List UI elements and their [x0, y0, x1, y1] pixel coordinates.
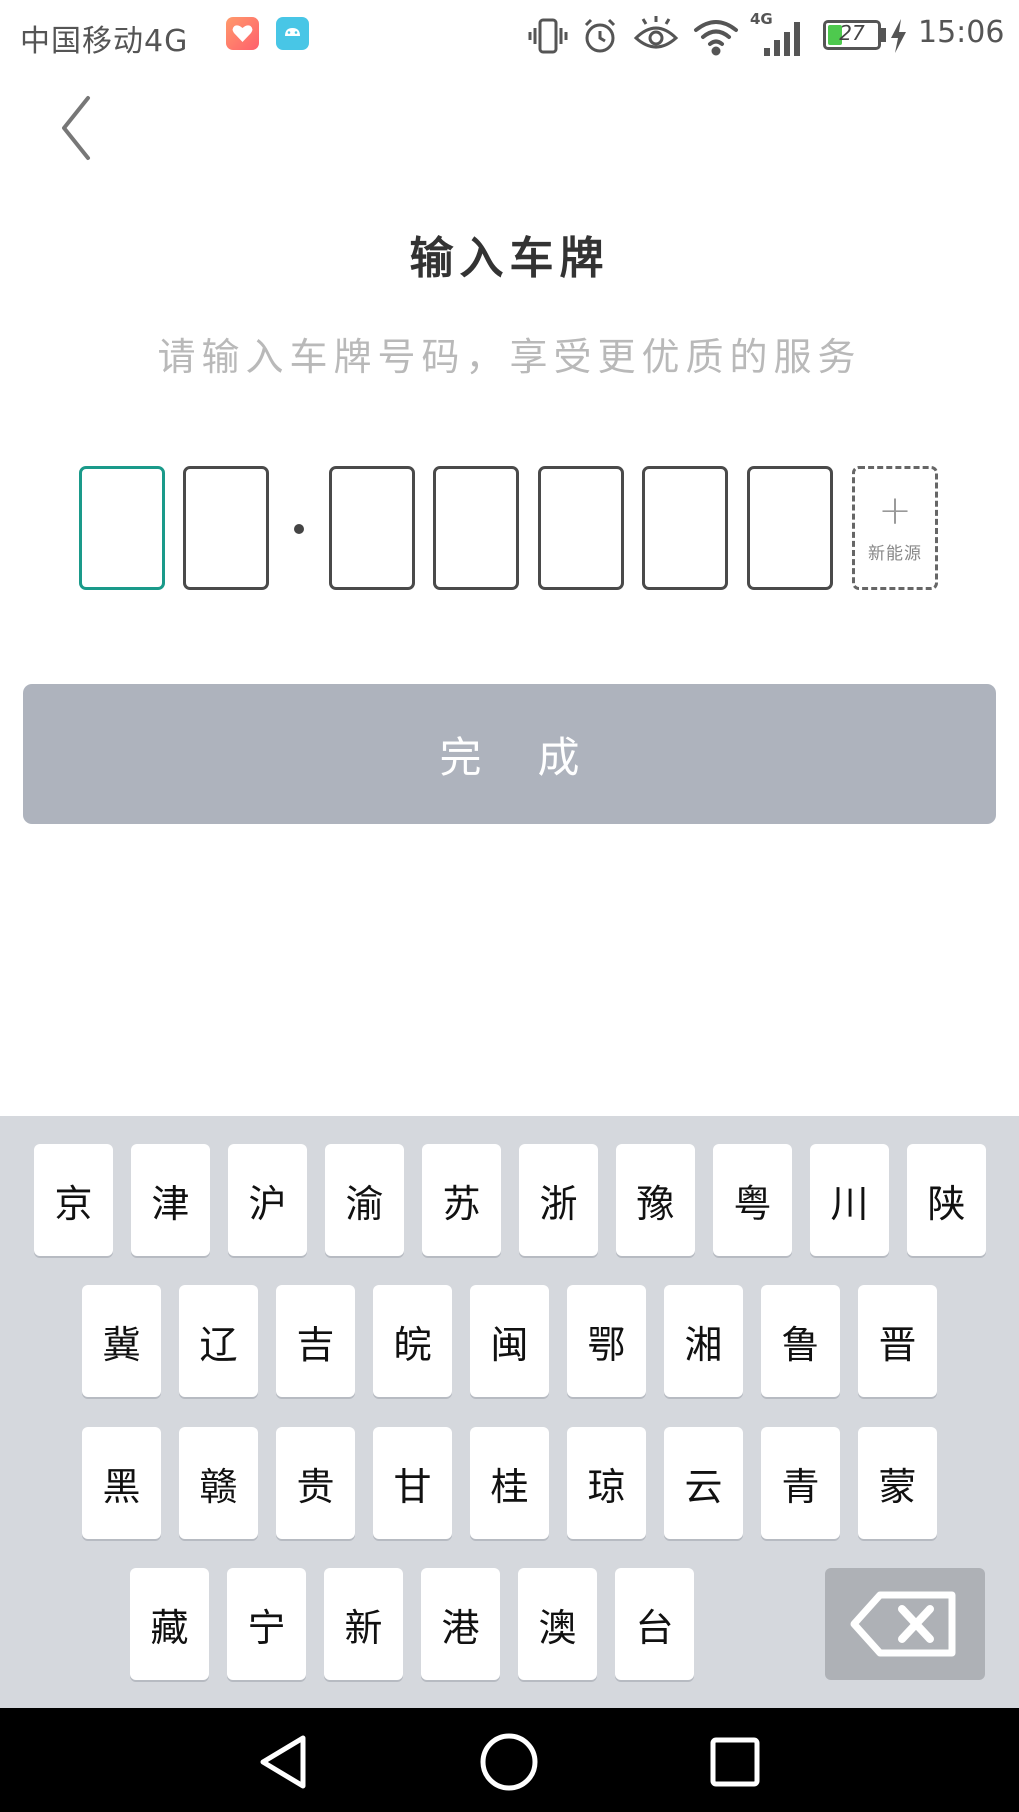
plate-slot-2[interactable] — [183, 466, 269, 590]
alarm-icon — [578, 14, 622, 62]
nav-recents-button[interactable] — [703, 1730, 767, 1794]
vibrate-icon — [526, 14, 570, 62]
charging-icon — [888, 18, 908, 58]
plate-slot-7[interactable] — [747, 466, 833, 590]
key-province[interactable]: 豫 — [616, 1144, 695, 1256]
wifi-icon — [692, 14, 740, 62]
new-energy-slot[interactable]: + 新能源 — [852, 466, 938, 590]
key-province[interactable]: 鄂 — [567, 1285, 646, 1397]
plate-slot-3[interactable] — [329, 466, 415, 590]
key-province[interactable]: 冀 — [82, 1285, 161, 1397]
key-province[interactable]: 甘 — [373, 1427, 452, 1539]
back-triangle-icon — [260, 1735, 306, 1789]
home-circle-icon — [480, 1733, 538, 1791]
system-nav-bar — [0, 1708, 1019, 1812]
carrier-label: 中国移动4G — [20, 24, 189, 59]
key-province[interactable]: 蒙 — [858, 1427, 937, 1539]
signal-icon — [760, 14, 808, 62]
key-province[interactable]: 青 — [761, 1427, 840, 1539]
key-province[interactable]: 贵 — [276, 1427, 355, 1539]
key-province[interactable]: 闽 — [470, 1285, 549, 1397]
key-province[interactable]: 云 — [664, 1427, 743, 1539]
plate-slot-5[interactable] — [538, 466, 624, 590]
key-province[interactable]: 湘 — [664, 1285, 743, 1397]
key-province[interactable]: 渝 — [325, 1144, 404, 1256]
page-title: 输入车牌 — [409, 233, 610, 284]
key-province[interactable]: 粤 — [713, 1144, 792, 1256]
new-energy-label: 新能源 — [868, 543, 922, 564]
plus-icon: + — [878, 487, 912, 534]
nav-home-button[interactable] — [477, 1730, 541, 1794]
key-province[interactable]: 台 — [615, 1568, 694, 1680]
key-province[interactable]: 川 — [810, 1144, 889, 1256]
key-province[interactable]: 沪 — [228, 1144, 307, 1256]
key-province[interactable]: 藏 — [130, 1568, 209, 1680]
key-province[interactable]: 苏 — [422, 1144, 501, 1256]
key-province[interactable]: 吉 — [276, 1285, 355, 1397]
key-province[interactable]: 皖 — [373, 1285, 452, 1397]
eye-icon — [632, 14, 680, 62]
key-province[interactable]: 辽 — [179, 1285, 258, 1397]
health-app-icon — [226, 17, 259, 50]
key-province[interactable]: 晋 — [858, 1285, 937, 1397]
plate-separator-dot — [294, 524, 304, 534]
chevron-left-icon — [62, 96, 90, 160]
key-province[interactable]: 琼 — [567, 1427, 646, 1539]
status-bar: 中国移动4G 4G 27 15:06 — [0, 0, 1019, 72]
battery-tip — [881, 28, 886, 42]
plate-slot-6[interactable] — [642, 466, 728, 590]
key-province[interactable]: 澳 — [518, 1568, 597, 1680]
battery-level: 27 — [839, 21, 865, 45]
key-province[interactable]: 宁 — [227, 1568, 306, 1680]
key-province[interactable]: 黑 — [82, 1427, 161, 1539]
key-province[interactable]: 鲁 — [761, 1285, 840, 1397]
key-province[interactable]: 赣 — [179, 1427, 258, 1539]
android-app-icon — [276, 17, 309, 50]
key-province[interactable]: 京 — [34, 1144, 113, 1256]
plate-slot-4[interactable] — [433, 466, 519, 590]
clock: 15:06 — [918, 15, 1005, 50]
key-province[interactable]: 浙 — [519, 1144, 598, 1256]
key-province[interactable]: 陕 — [907, 1144, 986, 1256]
page-subtitle: 请输入车牌号码，享受更优质的服务 — [157, 335, 862, 379]
key-province[interactable]: 新 — [324, 1568, 403, 1680]
key-province[interactable]: 桂 — [470, 1427, 549, 1539]
key-province[interactable]: 津 — [131, 1144, 210, 1256]
key-province[interactable]: 港 — [421, 1568, 500, 1680]
recents-square-icon — [710, 1737, 760, 1787]
delete-key[interactable] — [825, 1568, 985, 1680]
backspace-icon — [850, 1591, 956, 1657]
back-button[interactable] — [50, 90, 110, 170]
nav-back-button[interactable] — [253, 1730, 317, 1794]
done-button[interactable]: 完成 — [23, 684, 996, 824]
plate-slot-1[interactable] — [79, 466, 165, 590]
battery-icon: 27 — [823, 20, 881, 50]
